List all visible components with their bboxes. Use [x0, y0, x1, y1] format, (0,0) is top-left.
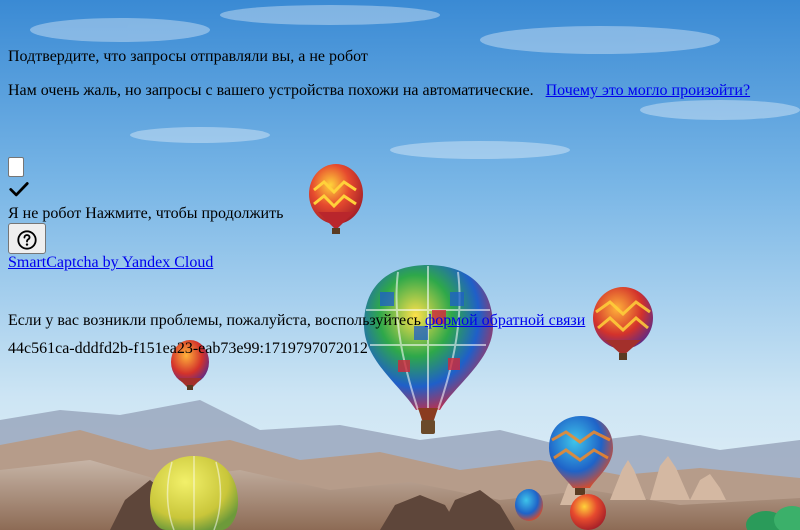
- feedback-row: Если у вас возникли проблемы, пожалуйста…: [8, 311, 585, 330]
- request-id: 44c561ca-dddfd2b-f151ea23-eab73e99:17197…: [8, 340, 368, 357]
- robot-checkbox[interactable]: [8, 157, 24, 177]
- page-title: Подтвердите, что запросы отправляли вы, …: [8, 48, 368, 65]
- why-link[interactable]: Почему это могло произойти?: [546, 82, 751, 99]
- feedback-form-link[interactable]: формой обратной связи: [425, 312, 585, 329]
- help-button[interactable]: [8, 223, 46, 254]
- page-subtitle: Нам очень жаль, но запросы с вашего устр…: [8, 81, 750, 100]
- checkmark-icon: [9, 182, 29, 197]
- robot-hint: Нажмите, чтобы продолжить: [85, 205, 284, 222]
- smartcaptcha-brand-link[interactable]: SmartCaptcha by Yandex Cloud: [8, 253, 213, 272]
- robot-label: Я не робот: [8, 205, 82, 222]
- subtitle-text: Нам очень жаль, но запросы с вашего устр…: [8, 82, 534, 99]
- robot-label-row[interactable]: Я не робот Нажмите, чтобы продолжить: [8, 204, 283, 223]
- feedback-text: Если у вас возникли проблемы, пожалуйста…: [8, 312, 421, 329]
- question-circle-icon: [17, 230, 37, 250]
